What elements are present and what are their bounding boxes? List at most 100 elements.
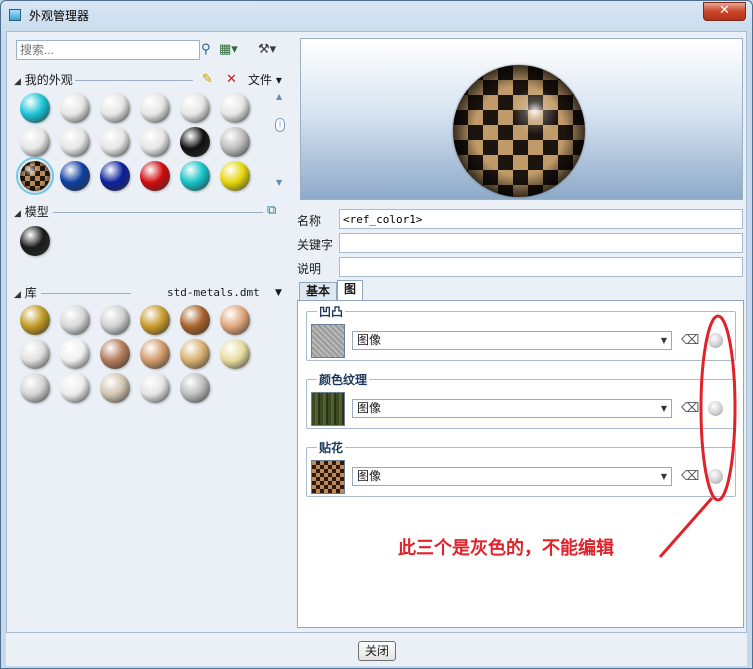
library-label: 库 <box>24 286 37 300</box>
search-input[interactable] <box>16 40 200 60</box>
my-appearance-swatch[interactable] <box>20 127 50 157</box>
library-header[interactable]: ◢ 库 <box>14 285 37 301</box>
window-title: 外观管理器 <box>29 9 90 23</box>
library-appearance-swatch[interactable] <box>220 305 250 335</box>
library-appearance-swatch[interactable] <box>60 305 90 335</box>
name-label: 名称 <box>297 214 322 228</box>
model-appearance-swatch[interactable] <box>20 226 50 256</box>
decal-select-value: 图像 <box>357 469 382 483</box>
my-appearance-swatch[interactable] <box>100 93 130 123</box>
my-appearance-swatch[interactable] <box>220 127 250 157</box>
title-bar: 外观管理器 ✕ <box>1 1 752 31</box>
library-dropdown-arrow-icon[interactable]: ▼ <box>275 285 282 301</box>
library-appearance-swatch[interactable] <box>20 305 50 335</box>
library-file-name: std-metals.dmt <box>167 286 260 299</box>
view-mode-icon[interactable]: ▦▾ <box>219 43 238 57</box>
chevron-down-icon: ▼ <box>660 404 667 413</box>
model-label: 模型 <box>24 205 49 219</box>
decal-select[interactable]: 图像 ▼ <box>352 467 672 486</box>
model-appearance-icon[interactable]: ⧉ <box>267 204 276 218</box>
divider <box>41 293 131 294</box>
scroll-up-icon[interactable]: ▲ <box>276 92 282 101</box>
my-appearance-swatch[interactable] <box>180 93 210 123</box>
scroll-thumb[interactable]: ⁝ <box>275 118 285 132</box>
file-menu[interactable]: 文件 ▾ <box>248 72 282 88</box>
my-appearance-swatch[interactable] <box>100 161 130 191</box>
color-texture-group: 颜色纹理 图像 ▼ ⌫ <box>306 371 736 429</box>
my-appearance-swatch[interactable] <box>16 157 54 195</box>
tab-map[interactable]: 图 <box>337 280 363 300</box>
color-texture-title: 颜色纹理 <box>317 371 370 388</box>
library-appearance-swatch[interactable] <box>140 339 170 369</box>
close-button[interactable]: 关闭 <box>358 641 396 661</box>
my-appearance-swatch[interactable] <box>140 161 170 191</box>
bump-map-group: 凹凸 图像 ▼ ⌫ <box>306 303 736 361</box>
my-appearance-swatch[interactable] <box>100 127 130 157</box>
eraser-icon[interactable]: ⌫ <box>681 401 699 416</box>
collapse-triangle-icon: ◢ <box>14 290 21 300</box>
my-appearance-swatch[interactable] <box>140 93 170 123</box>
my-appearance-swatch[interactable] <box>60 161 90 191</box>
map-options-ball-icon <box>708 401 723 416</box>
tab-basic[interactable]: 基本 <box>299 282 337 300</box>
chevron-down-icon: ▼ <box>660 336 667 345</box>
color-texture-select[interactable]: 图像 ▼ <box>352 399 672 418</box>
my-appearance-swatch[interactable] <box>180 161 210 191</box>
library-appearance-swatch[interactable] <box>180 339 210 369</box>
app-icon <box>9 9 21 21</box>
library-appearance-swatch[interactable] <box>140 305 170 335</box>
color-texture-select-value: 图像 <box>357 401 382 415</box>
appearance-preview <box>300 38 743 200</box>
decal-title: 贴花 <box>317 439 346 456</box>
library-appearance-swatch[interactable] <box>180 305 210 335</box>
keyword-label: 关键字 <box>297 238 334 252</box>
library-appearance-swatch[interactable] <box>100 305 130 335</box>
scroll-down-icon[interactable]: ▼ <box>276 178 282 187</box>
decal-thumbnail[interactable] <box>311 460 345 494</box>
my-appearance-swatch[interactable] <box>20 93 50 123</box>
my-appearances-header[interactable]: ◢ 我的外观 <box>14 72 73 88</box>
eraser-icon[interactable]: ⌫ <box>681 333 699 348</box>
my-appearance-swatch[interactable] <box>60 93 90 123</box>
map-tab-panel: 凹凸 图像 ▼ ⌫ 颜色纹理 图像 ▼ ⌫ 贴花 图像 ▼ ⌫ <box>297 300 744 628</box>
model-header[interactable]: ◢ 模型 <box>14 204 49 220</box>
window-close-button[interactable]: ✕ <box>703 2 746 21</box>
bump-map-title: 凹凸 <box>317 303 346 320</box>
my-appearance-swatch[interactable] <box>220 161 250 191</box>
name-field[interactable] <box>339 209 743 229</box>
bump-map-thumbnail[interactable] <box>311 324 345 358</box>
library-appearance-swatch[interactable] <box>140 373 170 403</box>
bump-map-select[interactable]: 图像 ▼ <box>352 331 672 350</box>
library-appearance-swatch[interactable] <box>60 339 90 369</box>
preview-sphere <box>453 65 585 197</box>
new-appearance-icon[interactable]: ✎ <box>202 73 213 87</box>
my-appearance-swatch[interactable] <box>220 93 250 123</box>
divider <box>75 80 193 81</box>
palette-scrollbar[interactable]: ▲ ⁝ ▼ <box>274 92 286 188</box>
collapse-triangle-icon: ◢ <box>14 77 21 87</box>
chevron-down-icon: ▼ <box>660 472 667 481</box>
library-appearance-swatch[interactable] <box>100 373 130 403</box>
delete-icon[interactable]: ✕ <box>226 73 237 87</box>
keyword-field[interactable] <box>339 233 743 253</box>
library-appearance-swatch[interactable] <box>180 373 210 403</box>
footer-bar: 关闭 <box>6 633 747 666</box>
my-appearance-swatch[interactable] <box>140 127 170 157</box>
search-icon[interactable]: ⚲ <box>201 43 211 57</box>
my-appearances-label: 我的外观 <box>24 73 73 87</box>
description-field[interactable] <box>339 257 743 277</box>
library-appearance-swatch[interactable] <box>60 373 90 403</box>
my-appearance-swatch[interactable] <box>60 127 90 157</box>
color-texture-thumbnail[interactable] <box>311 392 345 426</box>
library-appearance-swatch[interactable] <box>20 373 50 403</box>
client-area: ⚲ ▦▾ ⚒▾ ◢ 我的外观 ✎ ✕ 文件 ▾ ▲ ⁝ ▼ ◢ 模型 ⧉ ◢ 库… <box>6 31 747 633</box>
library-appearance-swatch[interactable] <box>100 339 130 369</box>
description-label: 说明 <box>297 262 322 276</box>
bump-map-select-value: 图像 <box>357 333 382 347</box>
tools-icon[interactable]: ⚒▾ <box>258 43 276 57</box>
eraser-icon[interactable]: ⌫ <box>681 469 699 484</box>
library-appearance-swatch[interactable] <box>220 339 250 369</box>
library-appearance-swatch[interactable] <box>20 339 50 369</box>
my-appearance-swatch[interactable] <box>180 127 210 157</box>
annotation-text: 此三个是灰色的，不能编辑 <box>398 538 614 559</box>
